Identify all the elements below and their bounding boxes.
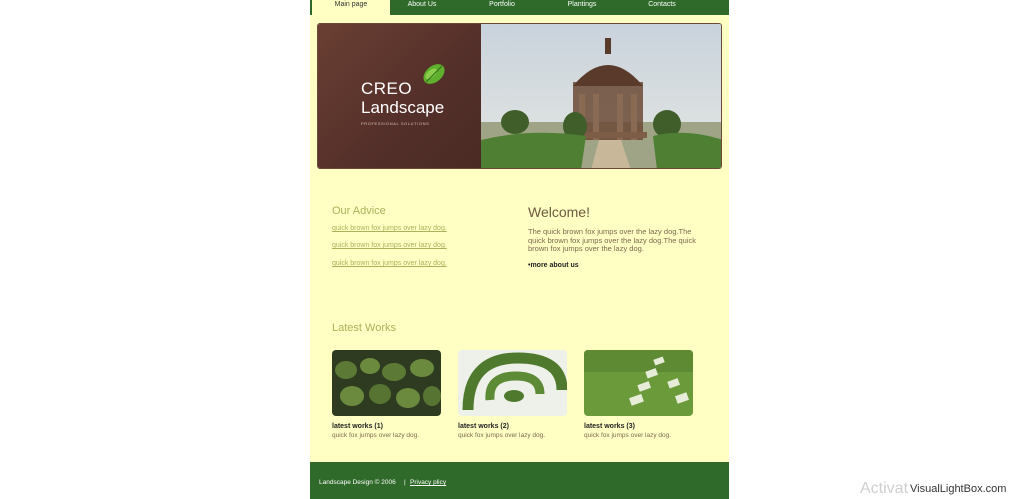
latest-works-heading: Latest Works <box>332 322 396 334</box>
footer-separator: | <box>404 479 406 486</box>
nav-item-plantings[interactable]: Plantings <box>550 0 614 15</box>
top-navigation: Main page About Us Portfolio Plantings C… <box>310 0 729 15</box>
nav-item-contacts[interactable]: Contacts <box>630 0 694 15</box>
logo-tagline: PROFESSIONAL SOLUTIONS <box>361 121 430 126</box>
header-banner: CREO Landscape PROFESSIONAL SOLUTIONS <box>317 23 722 169</box>
work-title-1[interactable]: latest works (1) <box>332 423 383 430</box>
work-thumbnail-2[interactable] <box>458 350 567 416</box>
more-about-us-link[interactable]: •more about us <box>528 262 579 269</box>
advice-link[interactable]: quick brown fox jumps over lazy dog. <box>332 260 447 267</box>
our-advice-heading: Our Advice <box>332 205 386 217</box>
page-footer: Landscape Design © 2006 | Privacy plicy <box>310 462 729 499</box>
footer-copyright: Landscape Design © 2006 <box>319 479 396 486</box>
work-desc-2: quick fox jumps over lazy dog. <box>458 432 546 439</box>
nav-item-about-us[interactable]: About Us <box>390 0 454 15</box>
advice-link[interactable]: quick brown fox jumps over lazy dog. <box>332 242 447 249</box>
logo-text-landscape: Landscape <box>361 98 445 117</box>
work-desc-1: quick fox jumps over lazy dog. <box>332 432 420 439</box>
advice-link[interactable]: quick brown fox jumps over lazy dog. <box>332 225 447 232</box>
welcome-text: The quick brown fox jumps over the lazy … <box>528 227 696 253</box>
nav-item-portfolio[interactable]: Portfolio <box>470 0 534 15</box>
work-thumbnail-3[interactable] <box>584 350 693 416</box>
leaf-icon <box>423 64 445 84</box>
work-thumbnail-1[interactable] <box>332 350 441 416</box>
work-title-2[interactable]: latest works (2) <box>458 423 509 430</box>
logo-text-creo: CREO <box>361 79 413 98</box>
site-watermark: VisualLightBox.com <box>910 483 1007 495</box>
activation-watermark: Activat <box>860 480 909 497</box>
logo-panel: CREO Landscape PROFESSIONAL SOLUTIONS <box>318 24 481 168</box>
gazebo-photo <box>481 24 721 168</box>
nav-item-main-page[interactable]: Main page <box>312 0 390 15</box>
work-title-3[interactable]: latest works (3) <box>584 423 635 430</box>
page-container: Main page About Us Portfolio Plantings C… <box>310 0 729 499</box>
welcome-heading: Welcome! <box>528 204 590 220</box>
privacy-policy-link[interactable]: Privacy plicy <box>410 479 446 486</box>
work-desc-3: quick fox jumps over lazy dog. <box>584 432 672 439</box>
